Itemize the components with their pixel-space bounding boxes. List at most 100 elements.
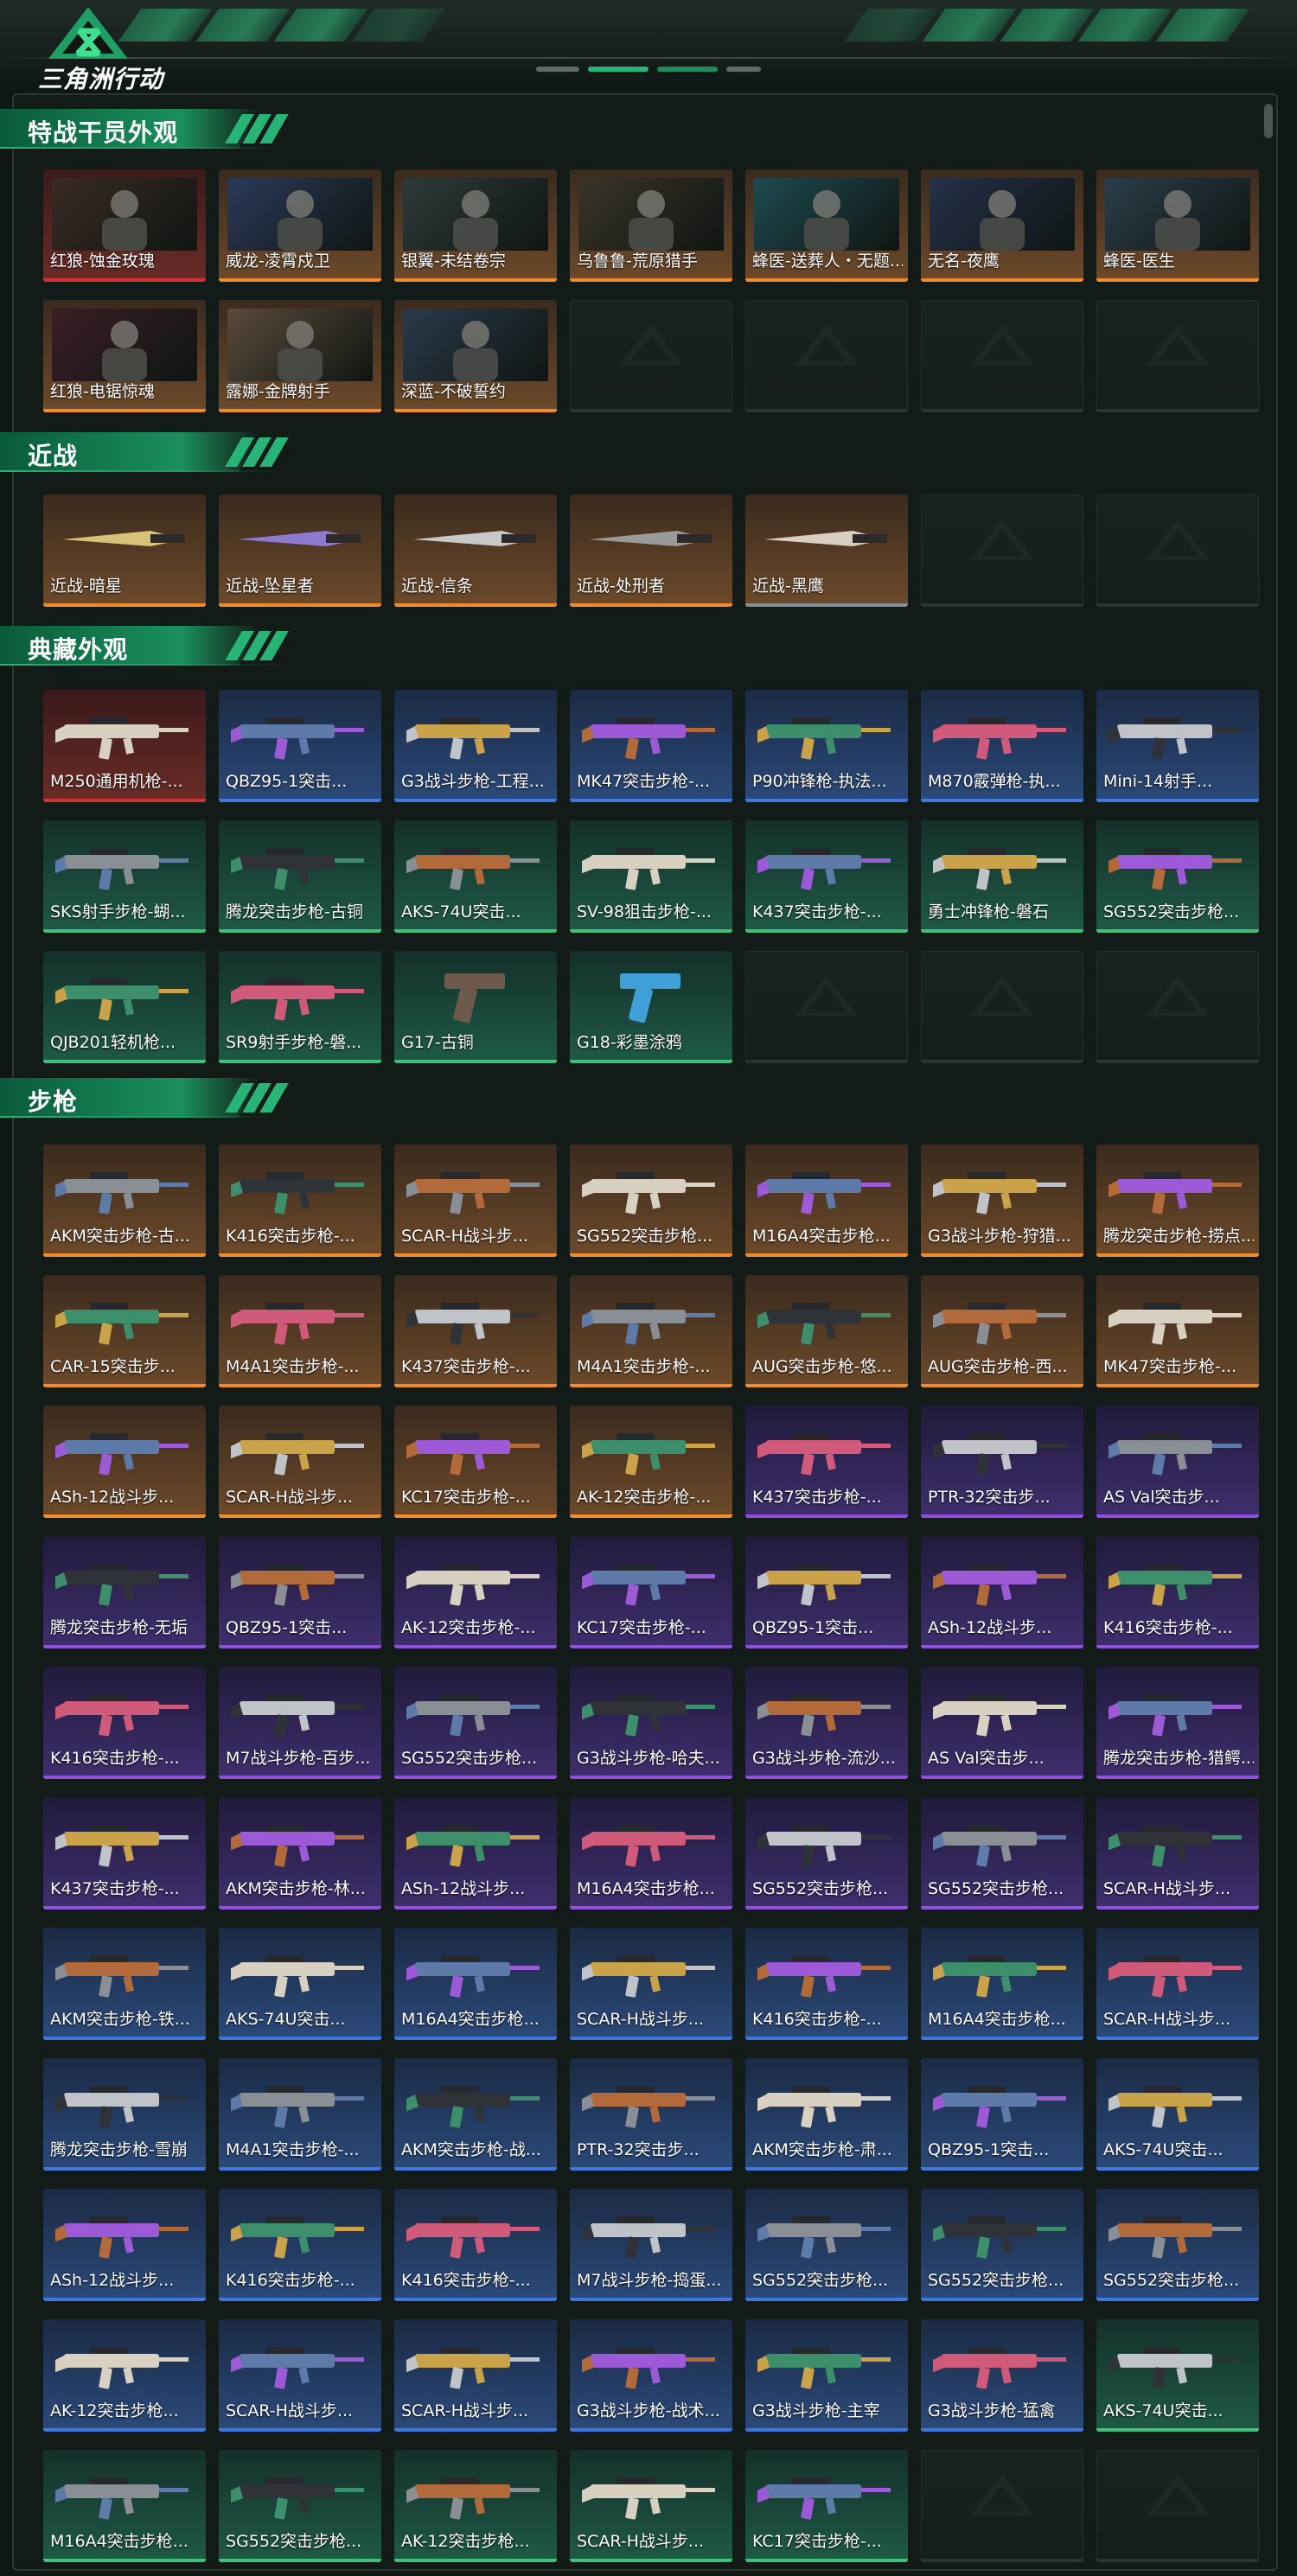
operator-skin-card[interactable]: 深蓝-不破誓约	[394, 300, 557, 412]
gun-skin-card[interactable]: AKM突击步枪-古...	[43, 1145, 206, 1257]
gun-skin-card[interactable]: ASh-12战斗步...	[43, 2189, 206, 2301]
gun-skin-card[interactable]: K437突击步枪-...	[745, 820, 908, 933]
gun-skin-card[interactable]: SCAR-H战斗步...	[1096, 1797, 1259, 1910]
gun-skin-card[interactable]: AK-12突击步枪-...	[394, 1536, 557, 1648]
operator-skin-card[interactable]: 无名-夜鹰	[921, 169, 1083, 282]
gun-skin-card[interactable]: M16A4突击步枪...	[745, 1145, 908, 1257]
gun-skin-card[interactable]: SCAR-H战斗步...	[219, 1406, 381, 1518]
gun-skin-card[interactable]: M4A1突击步枪-...	[219, 2058, 381, 2171]
gun-skin-card[interactable]: Mini-14射手...	[1096, 690, 1259, 802]
gun-skin-card[interactable]: SCAR-H战斗步...	[570, 1928, 732, 2040]
gun-skin-card[interactable]: QJB201轻机枪...	[43, 951, 206, 1063]
gun-skin-card[interactable]: MK47突击步枪-...	[1096, 1275, 1259, 1387]
gun-skin-card[interactable]: SG552突击步枪...	[921, 2189, 1083, 2301]
gun-skin-card[interactable]: AK-12突击步枪...	[43, 2319, 206, 2432]
gun-skin-card[interactable]: K437突击步枪-...	[43, 1797, 206, 1910]
gun-skin-card[interactable]: G3战斗步枪-工程...	[394, 690, 557, 802]
gun-skin-card[interactable]: SG552突击步枪...	[1096, 820, 1259, 933]
gun-skin-card[interactable]: G3战斗步枪-战术...	[570, 2319, 732, 2432]
gun-skin-card[interactable]: K416突击步枪-...	[219, 1145, 381, 1257]
gun-skin-card[interactable]: AK-12突击步枪-...	[570, 1406, 732, 1518]
gun-skin-card[interactable]: SCAR-H战斗步...	[1096, 1928, 1259, 2040]
gun-skin-card[interactable]: M16A4突击步枪...	[394, 1928, 557, 2040]
gun-skin-card[interactable]: SCAR-H战斗步...	[394, 1145, 557, 1257]
gun-skin-card[interactable]: 腾龙突击步枪-古铜	[219, 820, 381, 933]
gun-skin-card[interactable]: AKM突击步枪-战...	[394, 2058, 557, 2171]
gun-skin-card[interactable]: M16A4突击步枪...	[570, 1797, 732, 1910]
gun-skin-card[interactable]: AUG突击步枪-西...	[921, 1275, 1083, 1387]
operator-skin-card[interactable]: 露娜-金牌射手	[219, 300, 381, 412]
operator-skin-card[interactable]: 红狼-电锯惊魂	[43, 300, 206, 412]
gun-skin-card[interactable]: SG552突击步枪...	[570, 1145, 732, 1257]
gun-skin-card[interactable]: K437突击步枪-...	[745, 1406, 908, 1518]
gun-skin-card[interactable]: QBZ95-1突击...	[745, 1536, 908, 1648]
melee-skin-card[interactable]: 近战-处刑者	[570, 494, 732, 607]
pistol-skin-card[interactable]: G17-古铜	[394, 951, 557, 1063]
gun-skin-card[interactable]: M16A4突击步枪...	[43, 2450, 206, 2562]
gun-skin-card[interactable]: ASh-12战斗步...	[921, 1536, 1083, 1648]
gun-skin-card[interactable]: AUG突击步枪-悠...	[745, 1275, 908, 1387]
gun-skin-card[interactable]: G3战斗步枪-猛禽	[921, 2319, 1083, 2432]
gun-skin-card[interactable]: M16A4突击步枪...	[921, 1928, 1083, 2040]
gun-skin-card[interactable]: G3战斗步枪-流沙...	[745, 1667, 908, 1779]
gun-skin-card[interactable]: SV-98狙击步枪-...	[570, 820, 732, 933]
operator-skin-card[interactable]: 红狼-蚀金玫瑰	[43, 169, 206, 282]
gun-skin-card[interactable]: PTR-32突击步...	[570, 2058, 732, 2171]
gun-skin-card[interactable]: G3战斗步枪-哈夫...	[570, 1667, 732, 1779]
gun-skin-card[interactable]: AKS-74U突击...	[1096, 2058, 1259, 2171]
gun-skin-card[interactable]: SG552突击步枪...	[745, 2189, 908, 2301]
gun-skin-card[interactable]: G3战斗步枪-狩猎...	[921, 1145, 1083, 1257]
operator-skin-card[interactable]: 银翼-未结卷宗	[394, 169, 557, 282]
gun-skin-card[interactable]: CAR-15突击步...	[43, 1275, 206, 1387]
gun-skin-card[interactable]: QBZ95-1突击...	[219, 690, 381, 802]
gun-skin-card[interactable]: SR9射手步枪-磐...	[219, 951, 381, 1063]
melee-skin-card[interactable]: 近战-黑鹰	[745, 494, 908, 607]
gun-skin-card[interactable]: SG552突击步枪...	[1096, 2189, 1259, 2301]
gun-skin-card[interactable]: 勇士冲锋枪-磐石	[921, 820, 1083, 933]
gun-skin-card[interactable]: SCAR-H战斗步...	[219, 2319, 381, 2432]
gun-skin-card[interactable]: AS Val突击步...	[921, 1667, 1083, 1779]
scrollbar[interactable]	[1264, 104, 1273, 138]
gun-skin-card[interactable]: P90冲锋枪-执法...	[745, 690, 908, 802]
gun-skin-card[interactable]: M250通用机枪-...	[43, 690, 206, 802]
gun-skin-card[interactable]: AK-12突击步枪...	[394, 2450, 557, 2562]
gun-skin-card[interactable]: SG552突击步枪...	[219, 2450, 381, 2562]
gun-skin-card[interactable]: M4A1突击步枪-...	[570, 1275, 732, 1387]
melee-skin-card[interactable]: 近战-信条	[394, 494, 557, 607]
gun-skin-card[interactable]: SG552突击步枪...	[745, 1797, 908, 1910]
gun-skin-card[interactable]: AKM突击步枪-铁...	[43, 1928, 206, 2040]
gun-skin-card[interactable]: K416突击步枪-...	[1096, 1536, 1259, 1648]
gun-skin-card[interactable]: G3战斗步枪-主宰	[745, 2319, 908, 2432]
gun-skin-card[interactable]: 腾龙突击步枪-雪崩	[43, 2058, 206, 2171]
operator-skin-card[interactable]: 蜂医-医生	[1096, 169, 1259, 282]
gun-skin-card[interactable]: M4A1突击步枪-...	[219, 1275, 381, 1387]
gun-skin-card[interactable]: SCAR-H战斗步...	[570, 2450, 732, 2562]
gun-skin-card[interactable]: AKM突击步枪-肃...	[745, 2058, 908, 2171]
melee-skin-card[interactable]: 近战-暗星	[43, 494, 206, 607]
gun-skin-card[interactable]: SG552突击步枪...	[921, 1797, 1083, 1910]
gun-skin-card[interactable]: SCAR-H战斗步...	[394, 2319, 557, 2432]
gun-skin-card[interactable]: M7战斗步枪-捣蛋...	[570, 2189, 732, 2301]
gun-skin-card[interactable]: PTR-32突击步...	[921, 1406, 1083, 1518]
gun-skin-card[interactable]: AKS-74U突击...	[394, 820, 557, 933]
gun-skin-card[interactable]: ASh-12战斗步...	[394, 1797, 557, 1910]
gun-skin-card[interactable]: 腾龙突击步枪-捞点...	[1096, 1145, 1259, 1257]
gun-skin-card[interactable]: AKS-74U突击...	[219, 1928, 381, 2040]
gun-skin-card[interactable]: K416突击步枪-...	[43, 1667, 206, 1779]
gun-skin-card[interactable]: QBZ95-1突击...	[921, 2058, 1083, 2171]
gun-skin-card[interactable]: K437突击步枪-...	[394, 1275, 557, 1387]
gun-skin-card[interactable]: ASh-12战斗步...	[43, 1406, 206, 1518]
gun-skin-card[interactable]: 腾龙突击步枪-无垢	[43, 1536, 206, 1648]
gun-skin-card[interactable]: AKS-74U突击...	[1096, 2319, 1259, 2432]
gun-skin-card[interactable]: SKS射手步枪-蝴...	[43, 820, 206, 933]
gun-skin-card[interactable]: M7战斗步枪-百步...	[219, 1667, 381, 1779]
pistol-skin-card[interactable]: G18-彩墨涂鸦	[570, 951, 732, 1063]
gun-skin-card[interactable]: AKM突击步枪-林...	[219, 1797, 381, 1910]
operator-skin-card[interactable]: 威龙-凌霄戍卫	[219, 169, 381, 282]
operator-skin-card[interactable]: 乌鲁鲁-荒原猎手	[570, 169, 732, 282]
gun-skin-card[interactable]: K416突击步枪-...	[219, 2189, 381, 2301]
gun-skin-card[interactable]: K416突击步枪-...	[745, 1928, 908, 2040]
gun-skin-card[interactable]: AS Val突击步...	[1096, 1406, 1259, 1518]
gun-skin-card[interactable]: KC17突击步枪-...	[745, 2450, 908, 2562]
gun-skin-card[interactable]: MK47突击步枪-...	[570, 690, 732, 802]
